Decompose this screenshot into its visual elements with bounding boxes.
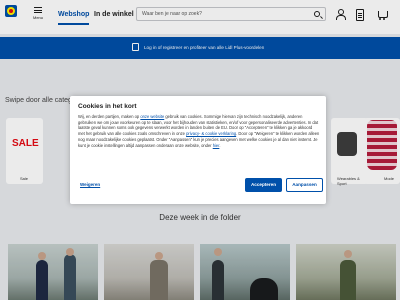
cookie-text: . <box>219 142 221 148</box>
adjust-button[interactable]: Aanpassen <box>286 178 323 192</box>
privacy-cookie-statement-link[interactable]: privacy- & cookie verklaring <box>186 131 236 136</box>
our-website-link[interactable]: onze website <box>140 114 164 119</box>
accept-button[interactable]: Accepteren <box>245 178 282 192</box>
reject-button[interactable]: Weigeren <box>80 182 100 187</box>
cookie-dialog: Cookies in het kort Wij, en derden parti… <box>70 96 326 204</box>
cookie-dialog-body: Wij, en derden partijen, maken op onze w… <box>78 114 320 148</box>
cookie-dialog-title: Cookies in het kort <box>78 103 137 110</box>
cookie-text: Wij, en derden partijen, maken op <box>78 114 141 119</box>
